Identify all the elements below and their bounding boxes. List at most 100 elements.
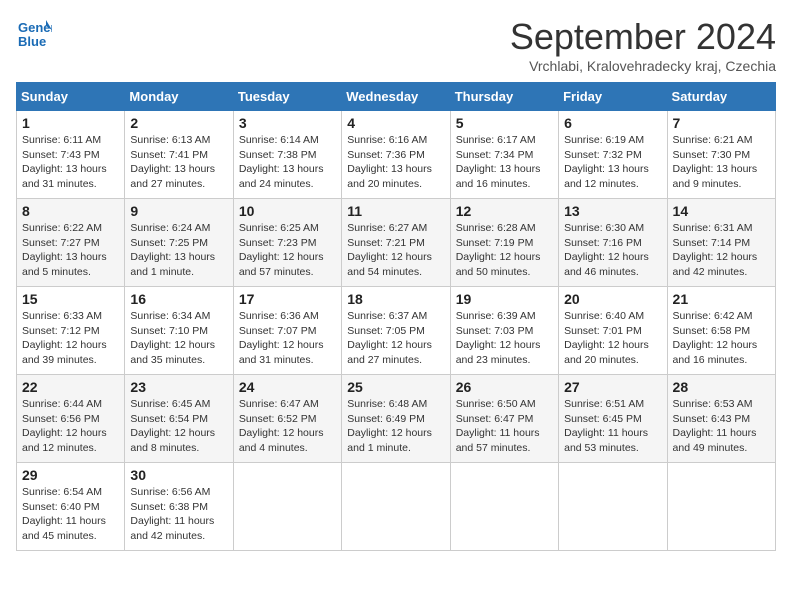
day-number: 10 xyxy=(239,203,336,219)
calendar-day-cell xyxy=(559,463,667,551)
calendar-day-cell: 9 Sunrise: 6:24 AMSunset: 7:25 PMDaylight… xyxy=(125,199,233,287)
day-number: 28 xyxy=(673,379,770,395)
day-info: Sunrise: 6:37 AMSunset: 7:05 PMDaylight:… xyxy=(347,309,444,368)
day-number: 9 xyxy=(130,203,227,219)
calendar-day-cell: 10 Sunrise: 6:25 AMSunset: 7:23 PMDayligh… xyxy=(233,199,341,287)
day-info: Sunrise: 6:33 AMSunset: 7:12 PMDaylight:… xyxy=(22,309,119,368)
day-info: Sunrise: 6:19 AMSunset: 7:32 PMDaylight:… xyxy=(564,133,661,192)
day-number: 2 xyxy=(130,115,227,131)
day-number: 5 xyxy=(456,115,553,131)
col-header-monday: Monday xyxy=(125,83,233,111)
day-info: Sunrise: 6:34 AMSunset: 7:10 PMDaylight:… xyxy=(130,309,227,368)
day-number: 6 xyxy=(564,115,661,131)
day-number: 21 xyxy=(673,291,770,307)
day-info: Sunrise: 6:47 AMSunset: 6:52 PMDaylight:… xyxy=(239,397,336,456)
calendar-day-cell xyxy=(667,463,775,551)
day-info: Sunrise: 6:28 AMSunset: 7:19 PMDaylight:… xyxy=(456,221,553,280)
calendar-header-row: SundayMondayTuesdayWednesdayThursdayFrid… xyxy=(17,83,776,111)
day-info: Sunrise: 6:11 AMSunset: 7:43 PMDaylight:… xyxy=(22,133,119,192)
svg-text:Blue: Blue xyxy=(18,34,46,49)
day-number: 24 xyxy=(239,379,336,395)
calendar-day-cell: 21Sunrise: 6:42 AMSunset: 6:58 PMDayligh… xyxy=(667,287,775,375)
day-number: 13 xyxy=(564,203,661,219)
calendar-week-row: 29 Sunrise: 6:54 AMSunset: 6:40 PMDayligh… xyxy=(17,463,776,551)
day-number: 4 xyxy=(347,115,444,131)
day-info: Sunrise: 6:36 AMSunset: 7:07 PMDaylight:… xyxy=(239,309,336,368)
calendar-day-cell: 7 Sunrise: 6:21 AMSunset: 7:30 PMDaylight… xyxy=(667,111,775,199)
day-info: Sunrise: 6:22 AMSunset: 7:27 PMDaylight:… xyxy=(22,221,119,280)
day-number: 8 xyxy=(22,203,119,219)
calendar-day-cell: 6 Sunrise: 6:19 AMSunset: 7:32 PMDaylight… xyxy=(559,111,667,199)
day-number: 23 xyxy=(130,379,227,395)
day-info: Sunrise: 6:53 AMSunset: 6:43 PMDaylight:… xyxy=(673,397,770,456)
day-number: 14 xyxy=(673,203,770,219)
day-number: 18 xyxy=(347,291,444,307)
day-number: 1 xyxy=(22,115,119,131)
calendar-day-cell: 14 Sunrise: 6:31 AMSunset: 7:14 PMDayligh… xyxy=(667,199,775,287)
day-number: 25 xyxy=(347,379,444,395)
day-info: Sunrise: 6:27 AMSunset: 7:21 PMDaylight:… xyxy=(347,221,444,280)
col-header-thursday: Thursday xyxy=(450,83,558,111)
col-header-tuesday: Tuesday xyxy=(233,83,341,111)
calendar-table: SundayMondayTuesdayWednesdayThursdayFrid… xyxy=(16,82,776,551)
calendar-day-cell xyxy=(233,463,341,551)
day-number: 15 xyxy=(22,291,119,307)
day-number: 12 xyxy=(456,203,553,219)
day-number: 17 xyxy=(239,291,336,307)
day-number: 27 xyxy=(564,379,661,395)
col-header-sunday: Sunday xyxy=(17,83,125,111)
day-info: Sunrise: 6:13 AMSunset: 7:41 PMDaylight:… xyxy=(130,133,227,192)
day-number: 19 xyxy=(456,291,553,307)
day-info: Sunrise: 6:21 AMSunset: 7:30 PMDaylight:… xyxy=(673,133,770,192)
calendar-day-cell: 16Sunrise: 6:34 AMSunset: 7:10 PMDayligh… xyxy=(125,287,233,375)
calendar-day-cell: 28 Sunrise: 6:53 AMSunset: 6:43 PMDayligh… xyxy=(667,375,775,463)
day-number: 30 xyxy=(130,467,227,483)
page-header: General Blue September 2024 Vrchlabi, Kr… xyxy=(16,16,776,74)
day-info: Sunrise: 6:31 AMSunset: 7:14 PMDaylight:… xyxy=(673,221,770,280)
calendar-day-cell: 25 Sunrise: 6:48 AMSunset: 6:49 PMDayligh… xyxy=(342,375,450,463)
day-info: Sunrise: 6:56 AMSunset: 6:38 PMDaylight:… xyxy=(130,485,227,544)
day-number: 11 xyxy=(347,203,444,219)
day-number: 7 xyxy=(673,115,770,131)
calendar-week-row: 15 Sunrise: 6:33 AMSunset: 7:12 PMDayligh… xyxy=(17,287,776,375)
day-info: Sunrise: 6:25 AMSunset: 7:23 PMDaylight:… xyxy=(239,221,336,280)
day-info: Sunrise: 6:48 AMSunset: 6:49 PMDaylight:… xyxy=(347,397,444,456)
calendar-day-cell: 4 Sunrise: 6:16 AMSunset: 7:36 PMDaylight… xyxy=(342,111,450,199)
calendar-day-cell: 13Sunrise: 6:30 AMSunset: 7:16 PMDayligh… xyxy=(559,199,667,287)
calendar-day-cell: 30 Sunrise: 6:56 AMSunset: 6:38 PMDayligh… xyxy=(125,463,233,551)
calendar-day-cell: 27 Sunrise: 6:51 AMSunset: 6:45 PMDayligh… xyxy=(559,375,667,463)
calendar-day-cell: 26Sunrise: 6:50 AMSunset: 6:47 PMDayligh… xyxy=(450,375,558,463)
calendar-day-cell: 11 Sunrise: 6:27 AMSunset: 7:21 PMDayligh… xyxy=(342,199,450,287)
day-info: Sunrise: 6:24 AMSunset: 7:25 PMDaylight:… xyxy=(130,221,227,280)
day-info: Sunrise: 6:51 AMSunset: 6:45 PMDaylight:… xyxy=(564,397,661,456)
calendar-day-cell: 2 Sunrise: 6:13 AMSunset: 7:41 PMDaylight… xyxy=(125,111,233,199)
day-info: Sunrise: 6:45 AMSunset: 6:54 PMDaylight:… xyxy=(130,397,227,456)
title-block: September 2024 Vrchlabi, Kralovehradecky… xyxy=(510,16,776,74)
logo-icon: General Blue xyxy=(16,16,52,52)
calendar-day-cell: 18 Sunrise: 6:37 AMSunset: 7:05 PMDayligh… xyxy=(342,287,450,375)
day-number: 3 xyxy=(239,115,336,131)
calendar-day-cell xyxy=(450,463,558,551)
calendar-day-cell: 22Sunrise: 6:44 AMSunset: 6:56 PMDayligh… xyxy=(17,375,125,463)
day-info: Sunrise: 6:40 AMSunset: 7:01 PMDaylight:… xyxy=(564,309,661,368)
calendar-week-row: 22Sunrise: 6:44 AMSunset: 6:56 PMDayligh… xyxy=(17,375,776,463)
calendar-day-cell: 29 Sunrise: 6:54 AMSunset: 6:40 PMDayligh… xyxy=(17,463,125,551)
day-number: 29 xyxy=(22,467,119,483)
calendar-day-cell: 8 Sunrise: 6:22 AMSunset: 7:27 PMDaylight… xyxy=(17,199,125,287)
col-header-friday: Friday xyxy=(559,83,667,111)
calendar-day-cell: 1 Sunrise: 6:11 AMSunset: 7:43 PMDaylight… xyxy=(17,111,125,199)
day-info: Sunrise: 6:16 AMSunset: 7:36 PMDaylight:… xyxy=(347,133,444,192)
logo: General Blue xyxy=(16,16,52,52)
day-info: Sunrise: 6:14 AMSunset: 7:38 PMDaylight:… xyxy=(239,133,336,192)
calendar-day-cell: 19Sunrise: 6:39 AMSunset: 7:03 PMDayligh… xyxy=(450,287,558,375)
calendar-week-row: 1 Sunrise: 6:11 AMSunset: 7:43 PMDaylight… xyxy=(17,111,776,199)
location-subtitle: Vrchlabi, Kralovehradecky kraj, Czechia xyxy=(510,58,776,74)
day-info: Sunrise: 6:17 AMSunset: 7:34 PMDaylight:… xyxy=(456,133,553,192)
month-title: September 2024 xyxy=(510,16,776,58)
col-header-saturday: Saturday xyxy=(667,83,775,111)
calendar-day-cell xyxy=(342,463,450,551)
day-info: Sunrise: 6:50 AMSunset: 6:47 PMDaylight:… xyxy=(456,397,553,456)
day-number: 20 xyxy=(564,291,661,307)
day-info: Sunrise: 6:54 AMSunset: 6:40 PMDaylight:… xyxy=(22,485,119,544)
calendar-day-cell: 5 Sunrise: 6:17 AMSunset: 7:34 PMDaylight… xyxy=(450,111,558,199)
